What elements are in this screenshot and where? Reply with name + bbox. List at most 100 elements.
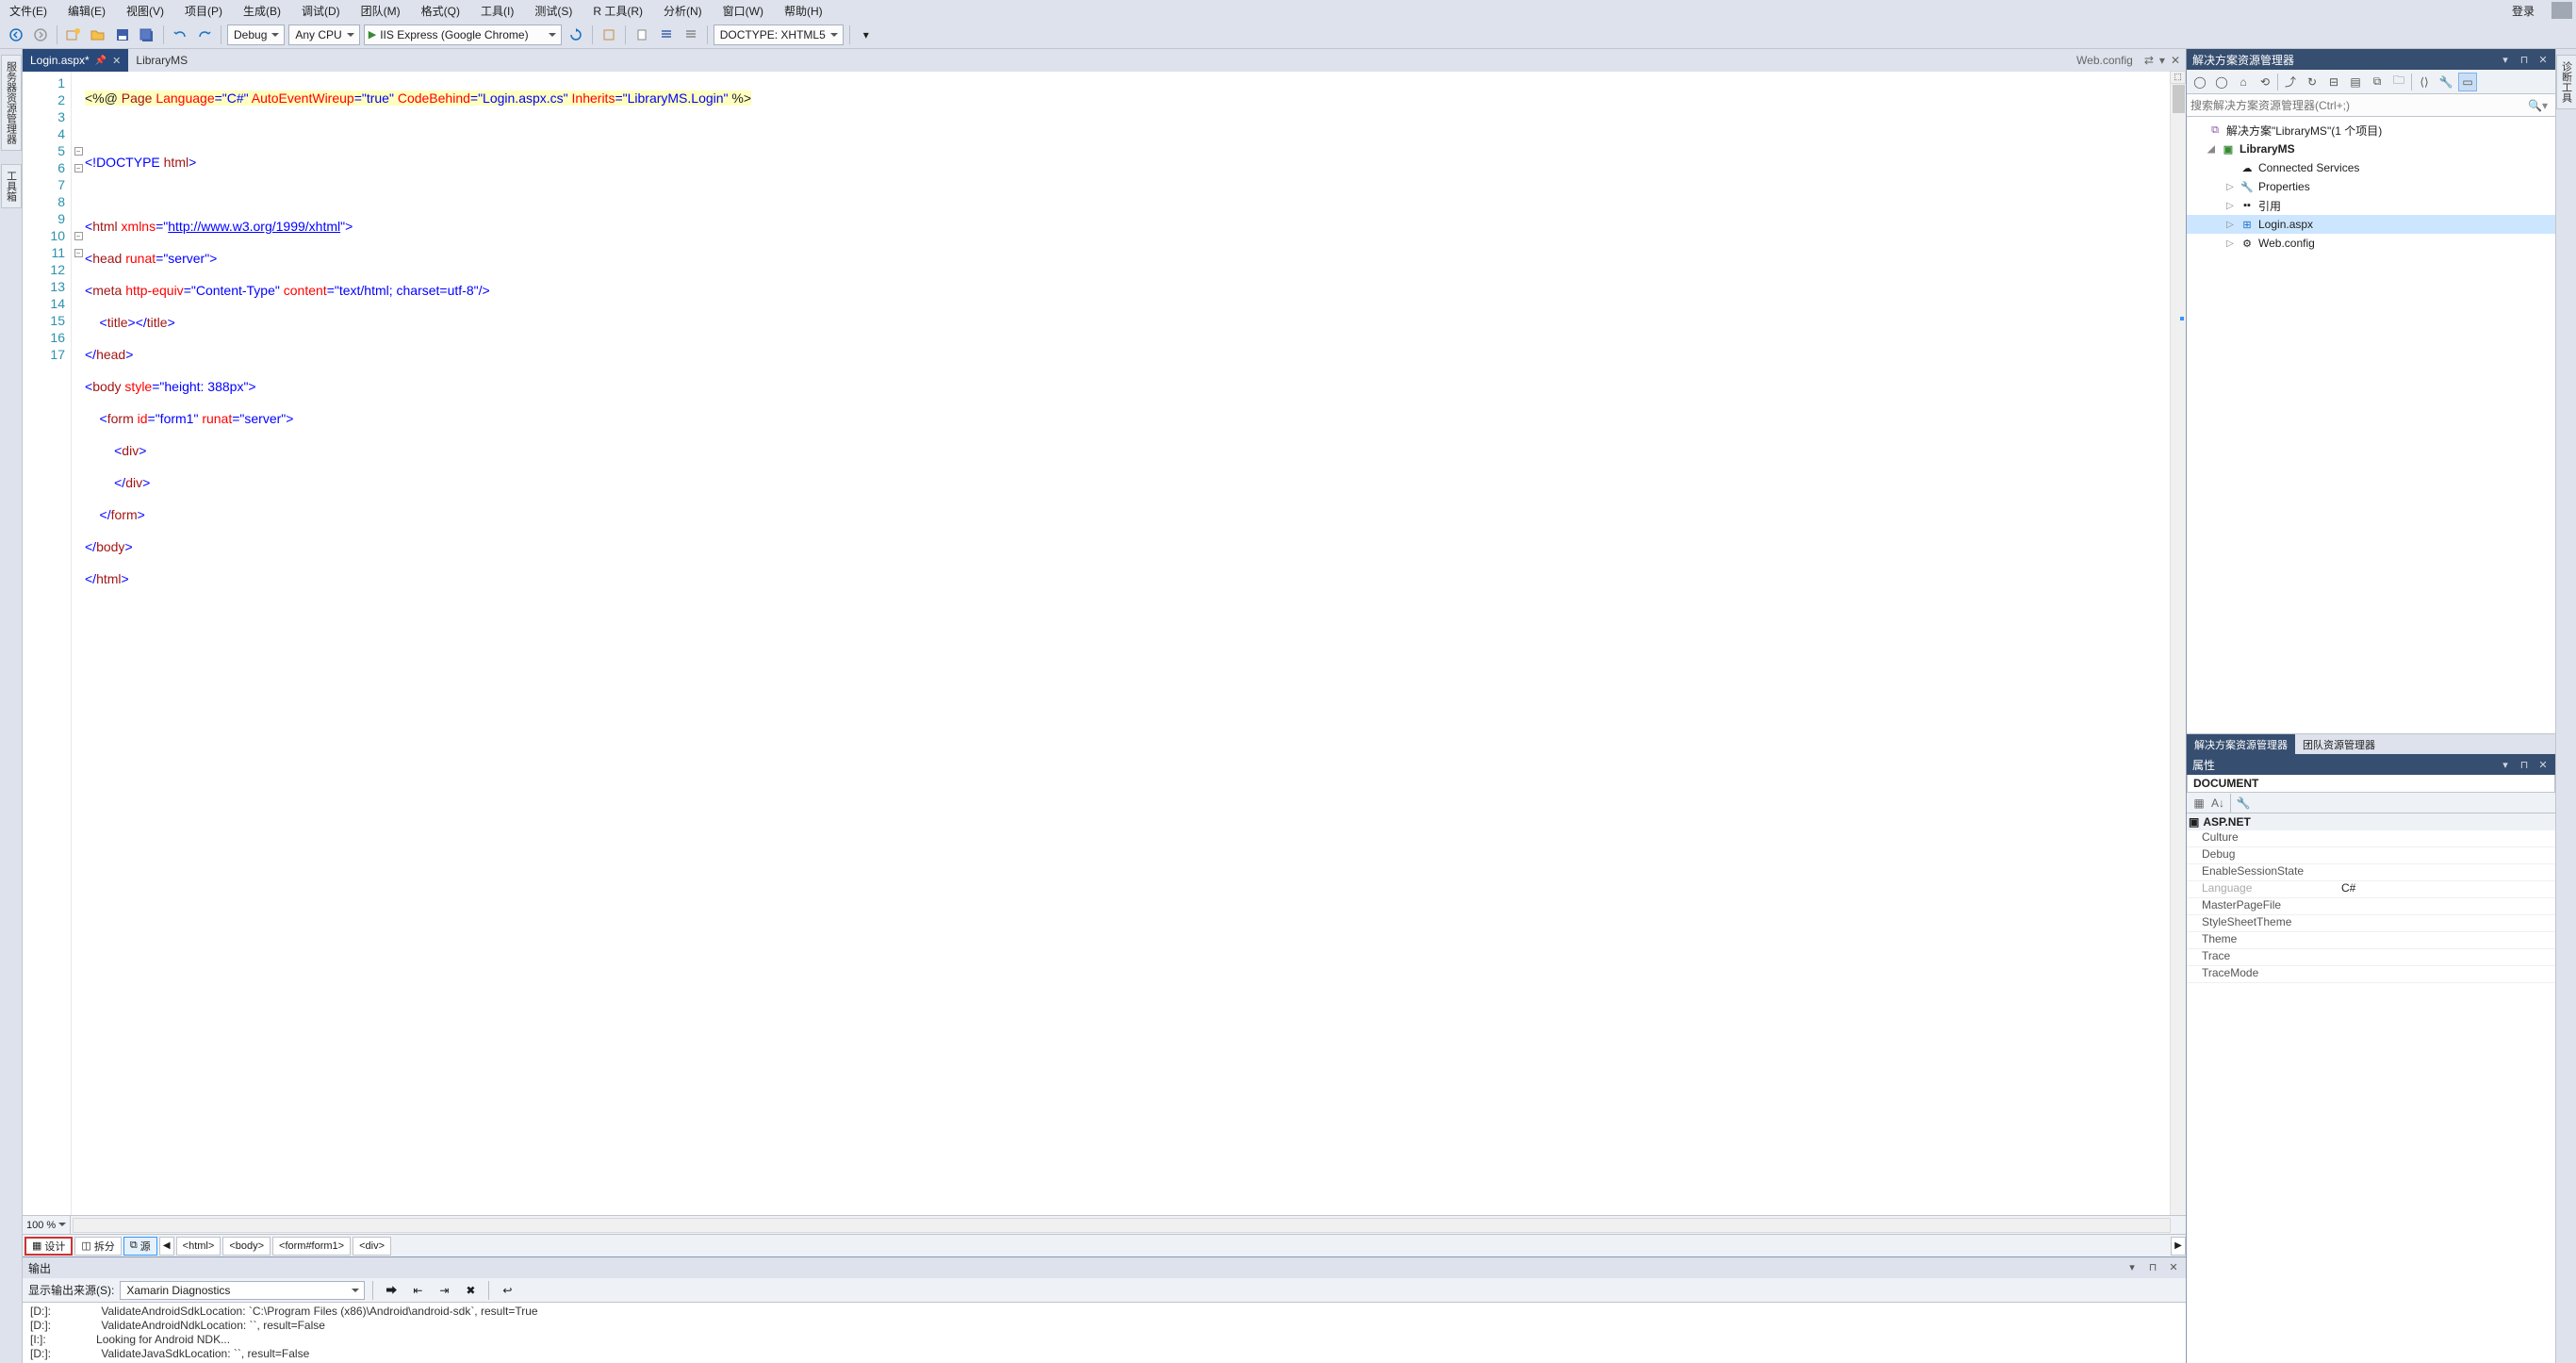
diagnostic-tools-tab[interactable]: 诊断工具 xyxy=(2556,55,2576,109)
pin-icon[interactable]: ⊓ xyxy=(2518,759,2531,771)
code-editor[interactable]: 1234567891011121314151617 − − − − <%@ Pa… xyxy=(23,72,2186,1215)
se-wrench-icon[interactable]: 🔧 xyxy=(2437,73,2455,91)
alphabetical-icon[interactable]: A↓ xyxy=(2209,795,2226,812)
se-scope-icon[interactable]: ⤴ xyxy=(2281,73,2300,91)
close-doc-icon[interactable]: ✕ xyxy=(2171,54,2180,67)
crumb-div[interactable]: <div> xyxy=(353,1237,391,1256)
se-showall-icon[interactable]: ▤ xyxy=(2346,73,2365,91)
file-dropdown-icon[interactable]: ⇄ xyxy=(2144,54,2154,67)
pin-icon[interactable]: ⊓ xyxy=(2146,1261,2159,1274)
menu-file[interactable]: 文件(E) xyxy=(4,1,53,21)
split-view-button[interactable]: ◫拆分 xyxy=(74,1237,121,1256)
output-clear-button[interactable]: ✖ xyxy=(460,1280,481,1301)
window-position-icon[interactable]: ▾ xyxy=(2499,54,2512,66)
output-goto-button[interactable]: ⮕ xyxy=(381,1280,402,1301)
menu-help[interactable]: 帮助(H) xyxy=(779,1,829,21)
output-text[interactable]: [D:]: ValidateAndroidSdkLocation: `C:\Pr… xyxy=(23,1303,2186,1363)
prop-pages-icon[interactable]: 🔧 xyxy=(2235,795,2252,812)
crumb-next[interactable]: ▶ xyxy=(2171,1237,2186,1256)
design-view-button[interactable]: ▦设计 xyxy=(25,1237,73,1256)
config-select[interactable]: Debug xyxy=(227,25,285,45)
pin-icon[interactable]: ⊓ xyxy=(2518,54,2531,66)
close-icon[interactable]: ✕ xyxy=(2536,759,2550,771)
login-link[interactable]: 登录 xyxy=(2504,1,2542,21)
output-wrap-button[interactable]: ↩ xyxy=(497,1280,517,1301)
pin-icon[interactable]: 📌 xyxy=(95,56,107,66)
horizontal-scrollbar[interactable] xyxy=(73,1218,2171,1233)
split-toggle[interactable]: ⬚ xyxy=(2170,71,2186,84)
doc-tab-libraryms[interactable]: LibraryMS xyxy=(128,49,195,72)
undo-button[interactable] xyxy=(170,25,190,45)
menu-edit[interactable]: 编辑(E) xyxy=(62,1,111,21)
comment-button[interactable] xyxy=(656,25,677,45)
se-search-input[interactable] xyxy=(2190,99,2524,112)
close-icon[interactable]: ✕ xyxy=(2536,54,2550,66)
tree-node-web-config[interactable]: ▷⚙Web.config xyxy=(2187,234,2555,253)
se-properties-icon[interactable]: 🗀 xyxy=(2389,73,2408,91)
close-icon[interactable]: ✕ xyxy=(112,55,121,67)
doc-tab-login[interactable]: Login.aspx* 📌 ✕ xyxy=(23,49,128,72)
tab-solution-explorer[interactable]: 解决方案资源管理器 xyxy=(2187,734,2295,754)
tree-node-login-aspx[interactable]: ▷⊞Login.aspx xyxy=(2187,215,2555,234)
close-icon[interactable]: ✕ xyxy=(2167,1261,2180,1274)
tree-node-project[interactable]: ◢▣LibraryMS xyxy=(2187,140,2555,158)
menu-test[interactable]: 测试(S) xyxy=(529,1,578,21)
uncomment-button[interactable] xyxy=(681,25,701,45)
new-item-button[interactable] xyxy=(632,25,652,45)
menu-format[interactable]: 格式(Q) xyxy=(416,1,466,21)
output-prev-button[interactable]: ⇤ xyxy=(407,1280,428,1301)
zoom-select[interactable]: 100 % xyxy=(23,1216,71,1234)
source-view-button[interactable]: ⧉源 xyxy=(123,1237,157,1256)
window-position-icon[interactable]: ▾ xyxy=(2125,1261,2139,1274)
menu-build[interactable]: 生成(B) xyxy=(238,1,287,21)
menu-project[interactable]: 项目(P) xyxy=(179,1,228,21)
toolbar-overflow[interactable]: ▾ xyxy=(856,25,877,45)
crumb-body[interactable]: <body> xyxy=(222,1237,271,1256)
vertical-scrollbar[interactable]: ⬚ xyxy=(2170,72,2186,1215)
menu-team[interactable]: 团队(M) xyxy=(355,1,406,21)
fold-toggle[interactable]: − xyxy=(74,249,83,257)
crumb-form[interactable]: <form#form1> xyxy=(272,1237,351,1256)
active-files-icon[interactable]: ▾ xyxy=(2159,54,2165,67)
se-copy-icon[interactable]: ⧉ xyxy=(2368,73,2387,91)
new-project-button[interactable] xyxy=(63,25,84,45)
crumb-html[interactable]: <html> xyxy=(176,1237,222,1256)
se-collapse-icon[interactable]: ⊟ xyxy=(2324,73,2343,91)
search-icon[interactable]: 🔍▾ xyxy=(2524,99,2551,112)
window-position-icon[interactable]: ▾ xyxy=(2499,759,2512,771)
menu-window[interactable]: 窗口(W) xyxy=(717,1,769,21)
tree-node-references[interactable]: ▷▪▪引用 xyxy=(2187,196,2555,215)
run-button[interactable]: ▶IIS Express (Google Chrome) xyxy=(364,25,562,45)
user-avatar[interactable] xyxy=(2551,2,2572,19)
browser-refresh-button[interactable] xyxy=(566,25,586,45)
solution-explorer-search[interactable]: 🔍▾ xyxy=(2187,94,2555,117)
toolbox-tab[interactable]: 工具箱 xyxy=(1,164,22,208)
se-refresh-icon[interactable]: ↻ xyxy=(2303,73,2322,91)
open-file-button[interactable] xyxy=(88,25,108,45)
save-button[interactable] xyxy=(112,25,133,45)
categorized-icon[interactable]: ▦ xyxy=(2190,795,2207,812)
se-viewcode-icon[interactable]: ⟨⟩ xyxy=(2415,73,2434,91)
output-next-button[interactable]: ⇥ xyxy=(434,1280,454,1301)
code-text[interactable]: <%@ Page Language="C#" AutoEventWireup="… xyxy=(85,72,2170,1215)
se-preview-icon[interactable]: ▭ xyxy=(2458,73,2477,91)
menu-rtools[interactable]: R 工具(R) xyxy=(587,1,648,21)
save-all-button[interactable] xyxy=(137,25,157,45)
redo-button[interactable] xyxy=(194,25,215,45)
browser-link-button[interactable] xyxy=(599,25,619,45)
tree-node-connected-services[interactable]: ☁Connected Services xyxy=(2187,158,2555,177)
menu-view[interactable]: 视图(V) xyxy=(121,1,170,21)
properties-grid[interactable]: ▣ASP.NET Culture Debug EnableSessionStat… xyxy=(2187,813,2555,1363)
se-sync-icon[interactable]: ⟲ xyxy=(2256,73,2274,91)
tab-team-explorer[interactable]: 团队资源管理器 xyxy=(2295,734,2383,754)
se-home-icon[interactable]: ⌂ xyxy=(2234,73,2253,91)
doctype-select[interactable]: DOCTYPE: XHTML5 xyxy=(714,25,844,45)
fold-toggle[interactable]: − xyxy=(74,147,83,156)
related-file-link[interactable]: Web.config xyxy=(2071,54,2139,67)
crumb-prev[interactable]: ◀ xyxy=(159,1237,174,1256)
properties-object-select[interactable]: DOCUMENT xyxy=(2187,775,2555,793)
menu-debug[interactable]: 调试(D) xyxy=(296,1,346,21)
se-forward-icon[interactable]: ◯ xyxy=(2212,73,2231,91)
menu-analyze[interactable]: 分析(N) xyxy=(658,1,708,21)
output-source-select[interactable]: Xamarin Diagnostics xyxy=(120,1281,365,1300)
